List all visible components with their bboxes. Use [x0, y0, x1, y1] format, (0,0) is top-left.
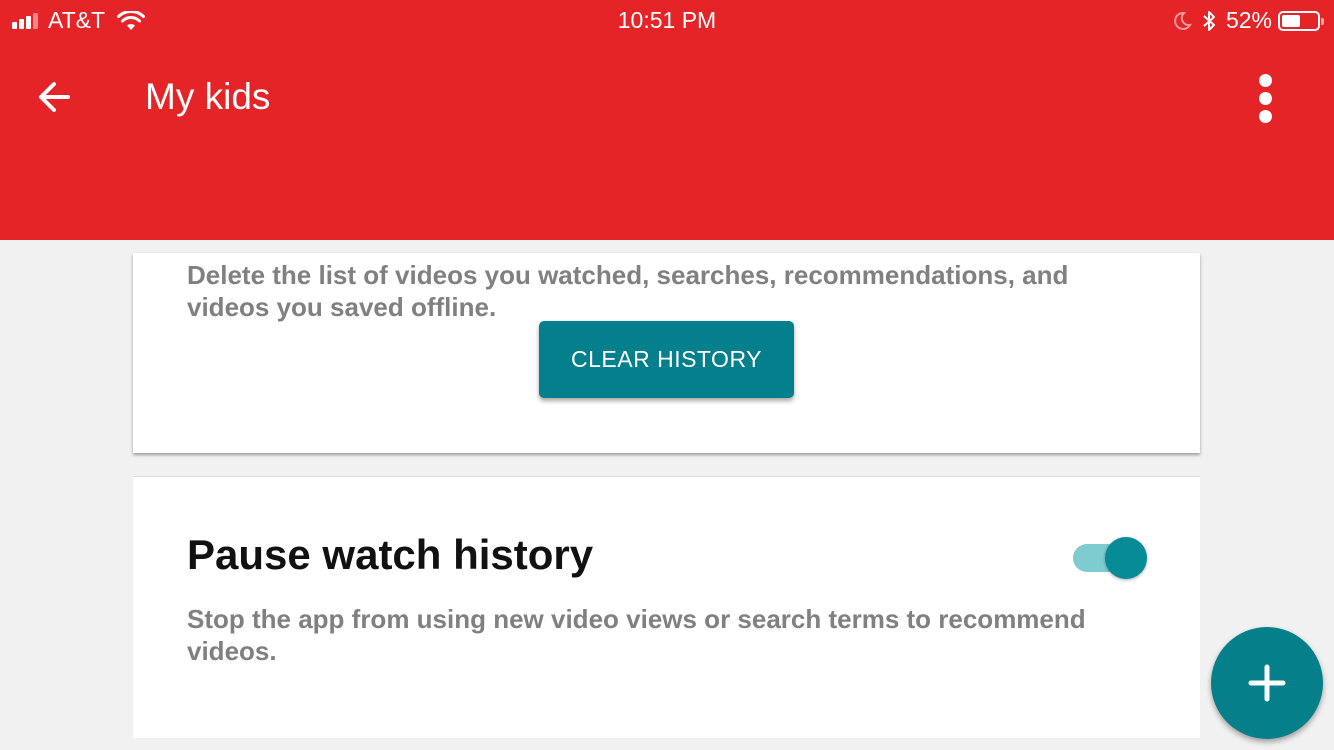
clear-history-button[interactable]: CLEAR HISTORY: [539, 321, 794, 398]
pause-history-card: Pause watch history Stop the app from us…: [133, 476, 1200, 738]
battery-icon: [1278, 10, 1324, 31]
status-right: 52%: [1172, 7, 1324, 34]
more-options-button[interactable]: [1246, 70, 1286, 126]
add-button[interactable]: [1211, 627, 1323, 739]
status-time: 10:51 PM: [617, 7, 717, 33]
pause-history-description: Stop the app from using new video views …: [187, 604, 1086, 666]
pause-history-toggle[interactable]: [1073, 537, 1147, 579]
pause-history-title: Pause watch history: [187, 531, 594, 578]
battery-level: [1282, 14, 1300, 27]
arrow-left-icon: [39, 82, 70, 112]
clear-history-description: Delete the list of videos you watched, s…: [187, 260, 1069, 322]
bluetooth-icon: [1203, 10, 1215, 31]
moon-icon: [1174, 11, 1192, 30]
clear-history-card: Delete the list of videos you watched, s…: [133, 253, 1200, 453]
toggle-thumb: [1105, 537, 1147, 579]
battery-percent: 52%: [1225, 7, 1272, 33]
status-bar: AT&T 10:51 PM 52%: [0, 0, 1334, 40]
app-bar: My kids: [0, 40, 1334, 240]
plus-icon: [1248, 664, 1286, 702]
page-title: My kids: [145, 76, 271, 117]
back-button[interactable]: [30, 75, 82, 119]
